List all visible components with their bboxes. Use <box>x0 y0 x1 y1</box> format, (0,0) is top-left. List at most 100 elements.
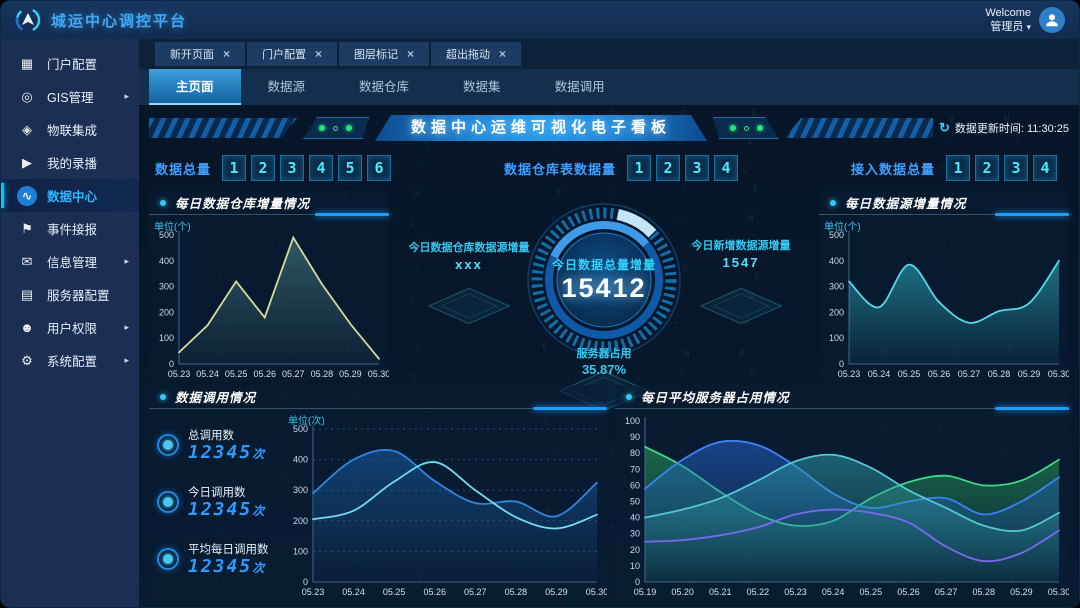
digit-box: 5 <box>338 155 362 181</box>
svg-text:400: 400 <box>159 256 174 266</box>
svg-text:05.23: 05.23 <box>168 369 191 379</box>
call-stats: 总调用数12345次今日调用数12345次平均每日调用数12345次 <box>149 409 283 599</box>
close-icon[interactable]: × <box>315 47 322 61</box>
svg-text:05.26: 05.26 <box>928 369 951 379</box>
svg-text:0: 0 <box>839 359 844 369</box>
svg-text:200: 200 <box>159 307 174 317</box>
svg-text:05.20: 05.20 <box>671 587 694 597</box>
svg-text:05.30: 05.30 <box>586 587 607 597</box>
digit-box: 3 <box>1004 155 1028 181</box>
chevron-right-icon: ▸ <box>124 91 129 102</box>
counter-group-1: 数据总量123456 <box>155 155 391 181</box>
digit-box: 2 <box>975 155 999 181</box>
svg-text:05.25: 05.25 <box>898 369 921 379</box>
svg-text:50: 50 <box>630 497 640 507</box>
panel-header: 每日数据源增量情况 <box>819 191 1069 215</box>
panel-title: 数据调用情况 <box>175 387 256 406</box>
digit-box: 3 <box>685 155 709 181</box>
svg-text:05.22: 05.22 <box>747 587 770 597</box>
subtab-3[interactable]: 数据仓库 <box>332 69 436 105</box>
sidebar-item-server[interactable]: ▤服务器配置 <box>1 278 139 311</box>
svg-text:200: 200 <box>829 307 844 317</box>
digit-box: 3 <box>280 155 304 181</box>
svg-text:05.25: 05.25 <box>383 587 406 597</box>
sidebar-item-chart[interactable]: ∿数据中心 <box>1 179 139 212</box>
svg-text:300: 300 <box>159 282 174 292</box>
gear-icon: ⚙ <box>17 351 37 371</box>
sidebar-item-gear[interactable]: ⚙系统配置▸ <box>1 344 139 377</box>
stat-value: 12345次 <box>188 500 264 520</box>
banner-stripes-right <box>785 118 933 138</box>
refresh-icon[interactable]: ↻ <box>939 120 950 136</box>
counter-label: 数据仓库表数据量 <box>504 159 616 178</box>
counter-row: 数据总量123456数据仓库表数据量1234接入数据总量1234 <box>149 149 1069 187</box>
counter-label: 数据总量 <box>155 159 211 178</box>
sidebar-item-iot[interactable]: ◈物联集成 <box>1 113 139 146</box>
svg-text:0: 0 <box>635 577 640 587</box>
svg-text:05.19: 05.19 <box>634 587 657 597</box>
sidebar-item-gis[interactable]: ◎GIS管理▸ <box>1 80 139 113</box>
svg-text:05.21: 05.21 <box>709 587 732 597</box>
svg-text:05.24: 05.24 <box>822 587 845 597</box>
subtab-1[interactable]: 主页面 <box>149 69 241 105</box>
svg-text:05.24: 05.24 <box>868 369 891 379</box>
svg-text:100: 100 <box>625 416 640 426</box>
bullet-icon <box>160 394 166 400</box>
subtab-5[interactable]: 数据调用 <box>528 69 632 105</box>
datasource-daily-chart: 010020030040050005.2305.2405.2505.2605.2… <box>819 215 1069 381</box>
svg-text:30: 30 <box>630 529 640 539</box>
target-icon <box>157 548 179 570</box>
counter-group-2: 数据仓库表数据量1234 <box>504 155 738 181</box>
bullet-icon <box>830 200 836 206</box>
tab-1[interactable]: 新开页面 × <box>155 42 245 66</box>
sidebar: ▦门户配置◎GIS管理▸◈物联集成▶我的录播∿数据中心⚑事件接报✉信息管理▸▤服… <box>1 39 139 607</box>
chevron-right-icon: ▸ <box>124 355 129 366</box>
subtab-4[interactable]: 数据集 <box>436 69 528 105</box>
subtabs: 主页面数据源数据仓库数据集数据调用 <box>139 69 1079 105</box>
subtab-2[interactable]: 数据源 <box>241 69 333 105</box>
sidebar-item-message[interactable]: ✉信息管理▸ <box>1 245 139 278</box>
sidebar-item-user[interactable]: ☻用户权限▸ <box>1 311 139 344</box>
chevron-right-icon: ▸ <box>124 256 129 267</box>
chevron-down-icon[interactable]: ▾ <box>1026 22 1031 32</box>
close-icon[interactable]: × <box>499 47 506 61</box>
svg-text:0: 0 <box>169 359 174 369</box>
digit-box: 4 <box>309 155 333 181</box>
platform-diamond <box>428 288 510 324</box>
tab-3[interactable]: 图层标记× <box>339 42 429 66</box>
tab-label: 新开页面 <box>170 46 214 62</box>
panel-title: 每日数据仓库增量情况 <box>175 193 310 212</box>
sidebar-item-event[interactable]: ⚑事件接报 <box>1 212 139 245</box>
svg-text:300: 300 <box>829 282 844 292</box>
sidebar-item-grid[interactable]: ▦门户配置 <box>1 47 139 80</box>
tab-4[interactable]: 超出拖动× <box>431 42 521 66</box>
svg-text:05.25: 05.25 <box>225 369 248 379</box>
grid-icon: ▦ <box>17 54 37 74</box>
banner-dot-group-left <box>303 117 369 139</box>
stat-label: 今日调用数 <box>188 484 264 500</box>
svg-text:05.30: 05.30 <box>1048 587 1069 597</box>
close-icon[interactable]: × <box>223 47 230 61</box>
svg-text:05.28: 05.28 <box>988 369 1011 379</box>
chart-icon: ∿ <box>17 186 37 206</box>
svg-text:10: 10 <box>630 561 640 571</box>
digit-box: 4 <box>1033 155 1057 181</box>
digit-box: 1 <box>946 155 970 181</box>
target-icon <box>157 491 179 513</box>
svg-text:100: 100 <box>159 333 174 343</box>
svg-text:05.28: 05.28 <box>972 587 995 597</box>
svg-text:05.27: 05.27 <box>464 587 487 597</box>
close-icon[interactable]: × <box>407 47 414 61</box>
user-avatar[interactable] <box>1039 7 1065 33</box>
svg-text:05.27: 05.27 <box>935 587 958 597</box>
welcome-label: Welcome <box>985 6 1031 20</box>
tab-2[interactable]: 门户配置× <box>247 42 337 66</box>
bullet-icon <box>626 394 632 400</box>
stat-label: 平均每日调用数 <box>188 541 269 557</box>
banner-dot-group-right <box>713 117 779 139</box>
sidebar-item-video[interactable]: ▶我的录播 <box>1 146 139 179</box>
svg-text:80: 80 <box>630 448 640 458</box>
svg-text:0: 0 <box>303 577 308 587</box>
stat-value: 12345次 <box>188 443 264 463</box>
user-icon: ☻ <box>17 318 37 338</box>
